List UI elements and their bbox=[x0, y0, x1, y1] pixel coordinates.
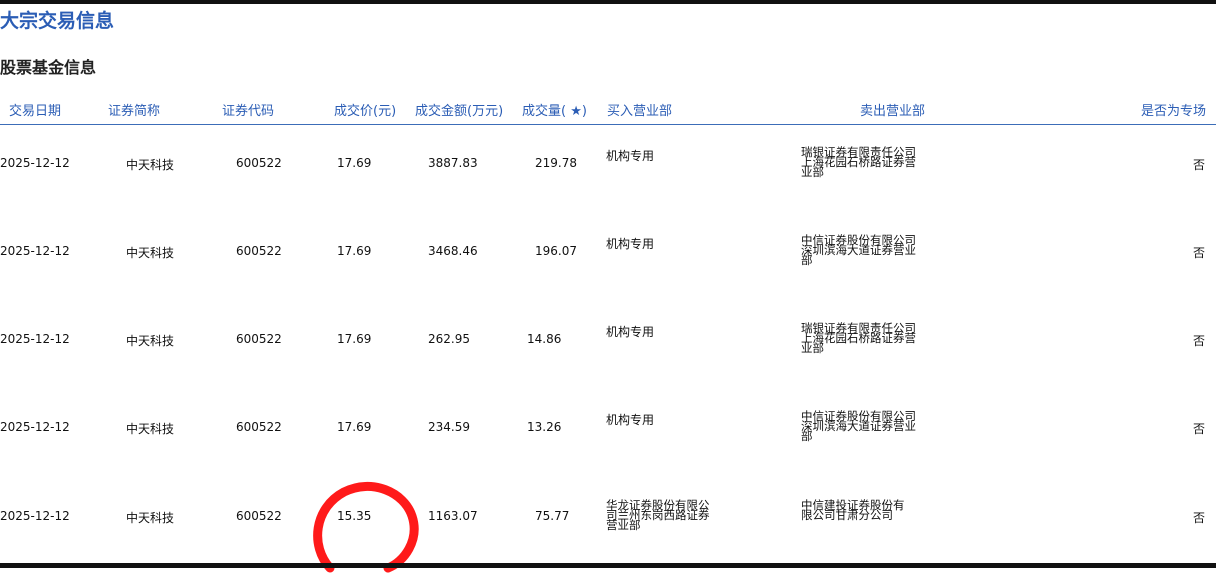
header-buyer[interactable]: 买入营业部 bbox=[607, 100, 672, 119]
cell-price-circled: 15.35 bbox=[337, 509, 372, 523]
cell-date: 2025-12-12 bbox=[0, 156, 70, 170]
cell-price: 17.69 bbox=[337, 420, 372, 434]
header-rule bbox=[0, 124, 1216, 125]
cell-name: 中天科技 bbox=[126, 511, 175, 525]
cell-seller: 瑞银证券有限责任公司上海花园石桥路证券营业部 bbox=[801, 145, 916, 179]
cell-code: 600522 bbox=[236, 244, 282, 258]
header-special[interactable]: 是否为专场 bbox=[1141, 100, 1206, 119]
header-amount[interactable]: 成交金额(万元) bbox=[415, 100, 503, 119]
cell-code: 600522 bbox=[236, 420, 282, 434]
cell-buyer: 机构专用 bbox=[606, 237, 655, 251]
cell-buyer: 机构专用 bbox=[606, 413, 655, 427]
red-circle-annotation bbox=[313, 481, 419, 573]
cell-volume: 13.26 bbox=[527, 420, 562, 434]
header-name[interactable]: 证券简称 bbox=[108, 100, 160, 119]
cell-amount: 262.95 bbox=[428, 332, 470, 346]
bottom-frame-bar bbox=[0, 563, 1216, 568]
cell-price: 17.69 bbox=[337, 332, 372, 346]
top-frame-bar bbox=[0, 0, 1216, 4]
cell-name: 中天科技 bbox=[126, 246, 175, 260]
cell-volume: 14.86 bbox=[527, 332, 562, 346]
cell-amount: 3887.83 bbox=[428, 156, 478, 170]
cell-seller: 瑞银证券有限责任公司上海花园石桥路证券营业部 bbox=[801, 321, 916, 355]
cell-seller: 中信证券股份有限公司深圳滨海大道证券营业部 bbox=[801, 233, 916, 267]
cell-code: 600522 bbox=[236, 509, 282, 523]
cell-amount: 234.59 bbox=[428, 420, 470, 434]
cell-volume: 196.07 bbox=[535, 244, 577, 258]
cell-date: 2025-12-12 bbox=[0, 244, 70, 258]
cell-special: 否 bbox=[1193, 158, 1206, 172]
cell-amount: 1163.07 bbox=[428, 509, 478, 523]
sub-title: 股票基金信息 bbox=[0, 58, 97, 77]
cell-name: 中天科技 bbox=[126, 158, 175, 172]
cell-amount: 3468.46 bbox=[428, 244, 478, 258]
cell-special: 否 bbox=[1193, 334, 1206, 348]
cell-price: 17.69 bbox=[337, 156, 372, 170]
header-volume[interactable]: 成交量( ★) bbox=[522, 100, 587, 119]
header-code[interactable]: 证券代码 bbox=[222, 100, 274, 119]
cell-price: 17.69 bbox=[337, 244, 372, 258]
cell-code: 600522 bbox=[236, 156, 282, 170]
cell-buyer: 华龙证券股份有限公司兰州东岗西路证券营业部 bbox=[606, 498, 710, 532]
cell-date: 2025-12-12 bbox=[0, 509, 70, 523]
cell-date: 2025-12-12 bbox=[0, 420, 70, 434]
cell-seller: 中信建投证券股份有限公司甘肃分公司 bbox=[801, 498, 905, 522]
section-title: 大宗交易信息 bbox=[0, 10, 115, 32]
header-price[interactable]: 成交价(元) bbox=[334, 100, 396, 119]
cell-buyer: 机构专用 bbox=[606, 325, 655, 339]
cell-special: 否 bbox=[1193, 511, 1206, 525]
cell-special: 否 bbox=[1193, 422, 1206, 436]
header-date[interactable]: 交易日期 bbox=[9, 100, 61, 119]
cell-name: 中天科技 bbox=[126, 334, 175, 348]
cell-name: 中天科技 bbox=[126, 422, 175, 436]
cell-buyer: 机构专用 bbox=[606, 149, 655, 163]
cell-seller: 中信证券股份有限公司深圳滨海大道证券营业部 bbox=[801, 409, 916, 443]
cell-code: 600522 bbox=[236, 332, 282, 346]
cell-volume: 219.78 bbox=[535, 156, 577, 170]
cell-special: 否 bbox=[1193, 246, 1206, 260]
header-seller[interactable]: 卖出营业部 bbox=[860, 100, 925, 119]
cell-volume: 75.77 bbox=[535, 509, 570, 523]
cell-date: 2025-12-12 bbox=[0, 332, 70, 346]
